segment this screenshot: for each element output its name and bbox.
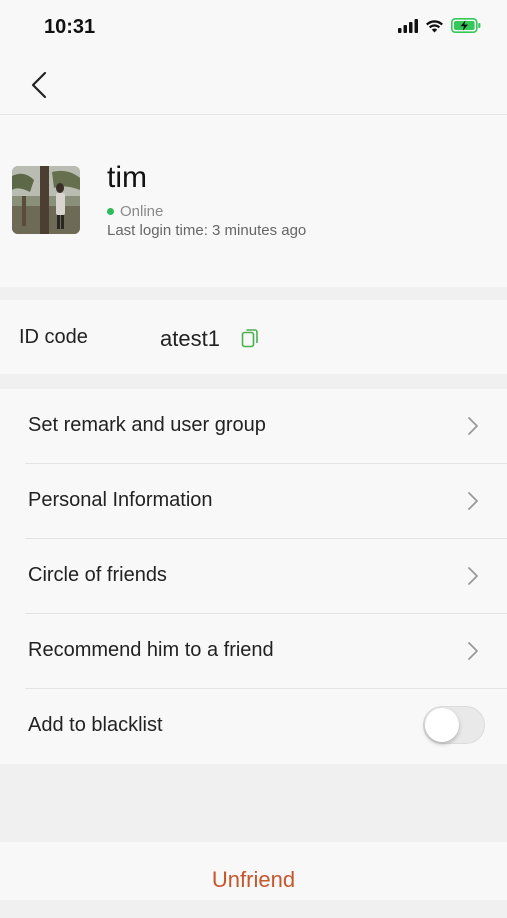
id-code-row: ID code atest1	[0, 300, 507, 374]
menu-list: Set remark and user group Personal Infor…	[0, 389, 507, 764]
unfriend-button[interactable]: Unfriend	[0, 842, 507, 900]
menu-item-blacklist: Add to blacklist	[0, 689, 507, 764]
menu-item-set-remark[interactable]: Set remark and user group	[0, 389, 507, 464]
online-status-label: Online	[120, 203, 164, 220]
toggle-knob	[425, 708, 459, 742]
status-bar: 10:31	[0, 0, 507, 58]
copy-id-button[interactable]	[241, 328, 259, 348]
chevron-right-icon	[468, 492, 478, 510]
menu-item-label: Circle of friends	[28, 564, 167, 586]
back-arrow-icon	[31, 71, 47, 99]
id-code-value: atest1	[160, 326, 220, 351]
online-status: Online	[107, 203, 163, 220]
menu-item-recommend[interactable]: Recommend him to a friend	[0, 614, 507, 689]
status-time: 10:31	[44, 16, 96, 38]
last-login-time: Last login time: 3 minutes ago	[107, 222, 307, 239]
blacklist-label: Add to blacklist	[28, 714, 163, 736]
nav-bar	[0, 58, 507, 115]
menu-item-label: Recommend him to a friend	[28, 639, 274, 661]
menu-item-label: Set remark and user group	[28, 414, 266, 436]
battery-charging-icon	[451, 18, 481, 33]
chevron-right-icon	[468, 642, 478, 660]
status-icons	[398, 18, 481, 33]
menu-item-label: Personal Information	[28, 489, 213, 511]
username: tim	[107, 161, 147, 194]
footer: Unfriend	[0, 842, 507, 900]
menu-item-personal-information[interactable]: Personal Information	[0, 464, 507, 539]
profile-header: tim Online Last login time: 3 minutes ag…	[0, 115, 507, 287]
blacklist-toggle[interactable]	[423, 706, 485, 744]
id-code-label: ID code	[19, 326, 88, 348]
menu-item-circle-of-friends[interactable]: Circle of friends	[0, 539, 507, 614]
chevron-right-icon	[468, 567, 478, 585]
copy-icon	[241, 329, 258, 348]
back-button[interactable]	[26, 68, 56, 102]
chevron-right-icon	[468, 417, 478, 435]
wifi-icon	[426, 19, 443, 32]
avatar-photo	[12, 166, 80, 234]
avatar[interactable]	[12, 166, 80, 234]
online-dot-icon	[107, 208, 114, 215]
signal-icon	[398, 18, 418, 33]
